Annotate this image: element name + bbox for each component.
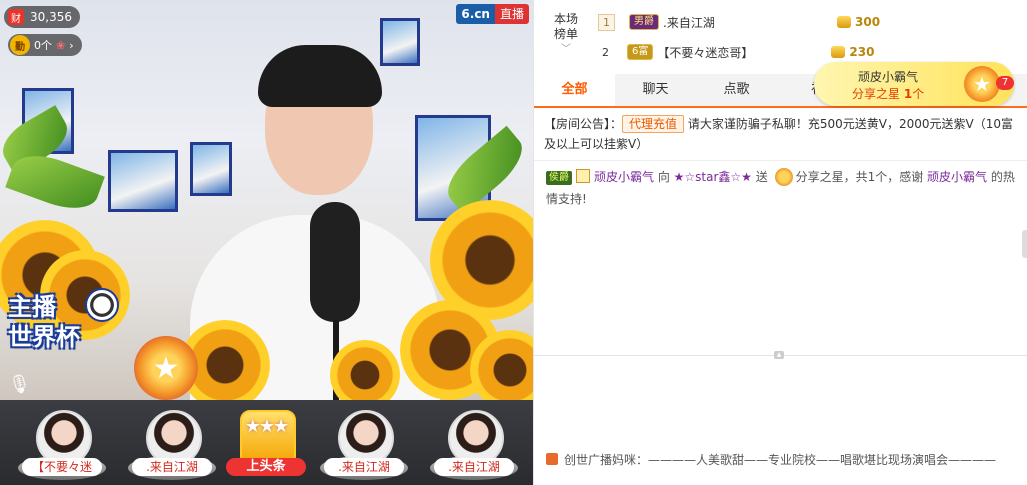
ranking-row[interactable]: 1 男爵 .来自江湖 300 bbox=[598, 10, 880, 34]
fan-name: .来自江湖 bbox=[132, 458, 212, 476]
level-badge: 6富 bbox=[627, 44, 654, 60]
share-text: 分享之星 1个 bbox=[852, 85, 924, 102]
gift-text: 分享之星，共1个，感谢 bbox=[795, 170, 928, 184]
brand-live: 直播 bbox=[494, 4, 529, 24]
tab-song-request[interactable]: 点歌 bbox=[696, 74, 777, 106]
diligence-badge[interactable]: 勤 0个 ❀ › bbox=[8, 34, 82, 56]
gift-message: 侯爵 顽皮小霸气 向 ★☆star鑫☆★ 送 分享之星，共1个，感谢 顽皮小霸气 … bbox=[546, 166, 1018, 210]
rose-icon: ❀ bbox=[56, 38, 66, 52]
wall-picture bbox=[108, 150, 178, 212]
coin-icon bbox=[837, 16, 851, 28]
fan-name: 【不要々迷 bbox=[22, 458, 102, 476]
chevron-up-icon: ▲ bbox=[774, 351, 784, 359]
share-unit: 个 bbox=[912, 87, 925, 101]
share-star-popup[interactable]: 顽皮小霸气 分享之星 1个 ★ 7 bbox=[814, 62, 1014, 106]
divider bbox=[534, 160, 1027, 161]
fan-slot[interactable]: .来自江湖 bbox=[124, 406, 220, 482]
broadcast-line: 创世广播妈咪：————人美歌甜——专业院校——唱歌堪比现场演唱会———— bbox=[546, 450, 1016, 468]
room-notice: 【房间公告】： 代理充值 请大家谨防骗子私聊！充500元送黄V，2000元送紫V（… bbox=[544, 114, 1016, 154]
event-line2: 世界杯 bbox=[8, 323, 80, 351]
thanked-user[interactable]: 顽皮小霸气 bbox=[927, 170, 987, 184]
broadcast-icon bbox=[546, 453, 558, 465]
notice-prefix: 【房间公告】： bbox=[544, 117, 623, 131]
share-prefix: 分享之星 bbox=[852, 87, 901, 101]
chevron-right-icon: › bbox=[69, 38, 74, 52]
share-count-badge: 7 bbox=[996, 76, 1014, 90]
ranking-label-line1: 本场 bbox=[553, 12, 578, 26]
side-expand-handle[interactable] bbox=[1022, 230, 1027, 258]
wealth-icon: 财 bbox=[8, 9, 24, 25]
receiver-name[interactable]: ★☆star鑫☆★ bbox=[674, 170, 752, 184]
fan-strip: 【不要々迷 .来自江湖 ★★★ 上头条 .来自江湖 .来自江湖 bbox=[0, 400, 533, 485]
coin-icon bbox=[831, 46, 846, 58]
headline-slot[interactable]: ★★★ 上头条 bbox=[218, 406, 314, 482]
event-banner[interactable]: 主播 世界杯 bbox=[8, 288, 119, 358]
live-video[interactable]: 财 30,356 勤 0个 ❀ › 6.cn 直播 主播 世界杯 ★ 🎙 bbox=[0, 0, 533, 400]
fan-slot[interactable]: .来自江湖 bbox=[426, 406, 522, 482]
brand-site: 6.cn bbox=[456, 4, 495, 24]
share-user: 顽皮小霸气 bbox=[858, 70, 919, 84]
rank-number: 1 bbox=[598, 13, 615, 31]
diligence-count: 0个 bbox=[34, 39, 52, 52]
coin-value: 230 bbox=[849, 45, 875, 59]
coin-value: 300 bbox=[855, 15, 881, 29]
message-action: 送 bbox=[751, 170, 772, 184]
coin-amount: 230 bbox=[831, 45, 874, 59]
agent-recharge-link[interactable]: 代理充值 bbox=[622, 115, 685, 133]
gift-star-icon bbox=[774, 168, 793, 186]
star-gift-icon[interactable]: ★ bbox=[134, 336, 198, 400]
diligence-icon: 勤 bbox=[10, 35, 30, 55]
tab-chat[interactable]: 聊天 bbox=[615, 74, 696, 106]
message-verb: 向 bbox=[654, 170, 674, 184]
streamer-hair bbox=[258, 45, 382, 107]
chat-resize-handle[interactable]: ▲ bbox=[534, 351, 1027, 359]
level-badge: 男爵 bbox=[629, 14, 659, 30]
broadcast-text: 创世广播妈咪：————人美歌甜——专业院校——唱歌堪比现场演唱会———— bbox=[564, 452, 997, 467]
rank-number: 2 bbox=[602, 45, 609, 59]
rank-user-name: 【不要々迷恋哥】 bbox=[657, 45, 754, 60]
tab-all[interactable]: 全部 bbox=[534, 74, 615, 106]
coin-amount: 300 bbox=[837, 15, 880, 29]
share-star-icon: ★ bbox=[964, 66, 1000, 102]
sender-name[interactable]: 顽皮小霸气 bbox=[594, 170, 654, 184]
microphone bbox=[310, 202, 360, 322]
ranking-label-line2: 榜单 bbox=[553, 27, 578, 41]
site-logo: 6.cn 直播 bbox=[456, 4, 529, 24]
chevron-down-icon: ﹀ bbox=[561, 44, 571, 55]
user-badge-icon bbox=[576, 169, 590, 183]
wealth-badge: 财 30,356 bbox=[4, 6, 80, 28]
football-icon bbox=[85, 288, 119, 322]
fan-slot[interactable]: 【不要々迷 bbox=[14, 406, 110, 482]
microphone-icon[interactable]: 🎙 bbox=[8, 374, 31, 396]
headline-label: 上头条 bbox=[226, 458, 306, 476]
level-badge: 侯爵 bbox=[546, 171, 572, 185]
rank-user-name: .来自江湖 bbox=[663, 15, 715, 30]
wealth-value: 30,356 bbox=[30, 10, 72, 24]
fan-name: .来自江湖 bbox=[324, 458, 404, 476]
ranking-row[interactable]: 2 6富 【不要々迷恋哥】 230 bbox=[598, 40, 874, 64]
ranking-toggle[interactable]: 本场 榜单 ﹀ bbox=[544, 12, 588, 57]
fan-name: .来自江湖 bbox=[434, 458, 514, 476]
chat-panel: 本场 榜单 ﹀ 1 男爵 .来自江湖 300 2 6富 【不要々迷恋哥】 230… bbox=[533, 0, 1027, 485]
share-count: 1 bbox=[903, 87, 913, 101]
fan-slot[interactable]: .来自江湖 bbox=[316, 406, 412, 482]
stars-icon: ★★★ bbox=[244, 416, 289, 437]
